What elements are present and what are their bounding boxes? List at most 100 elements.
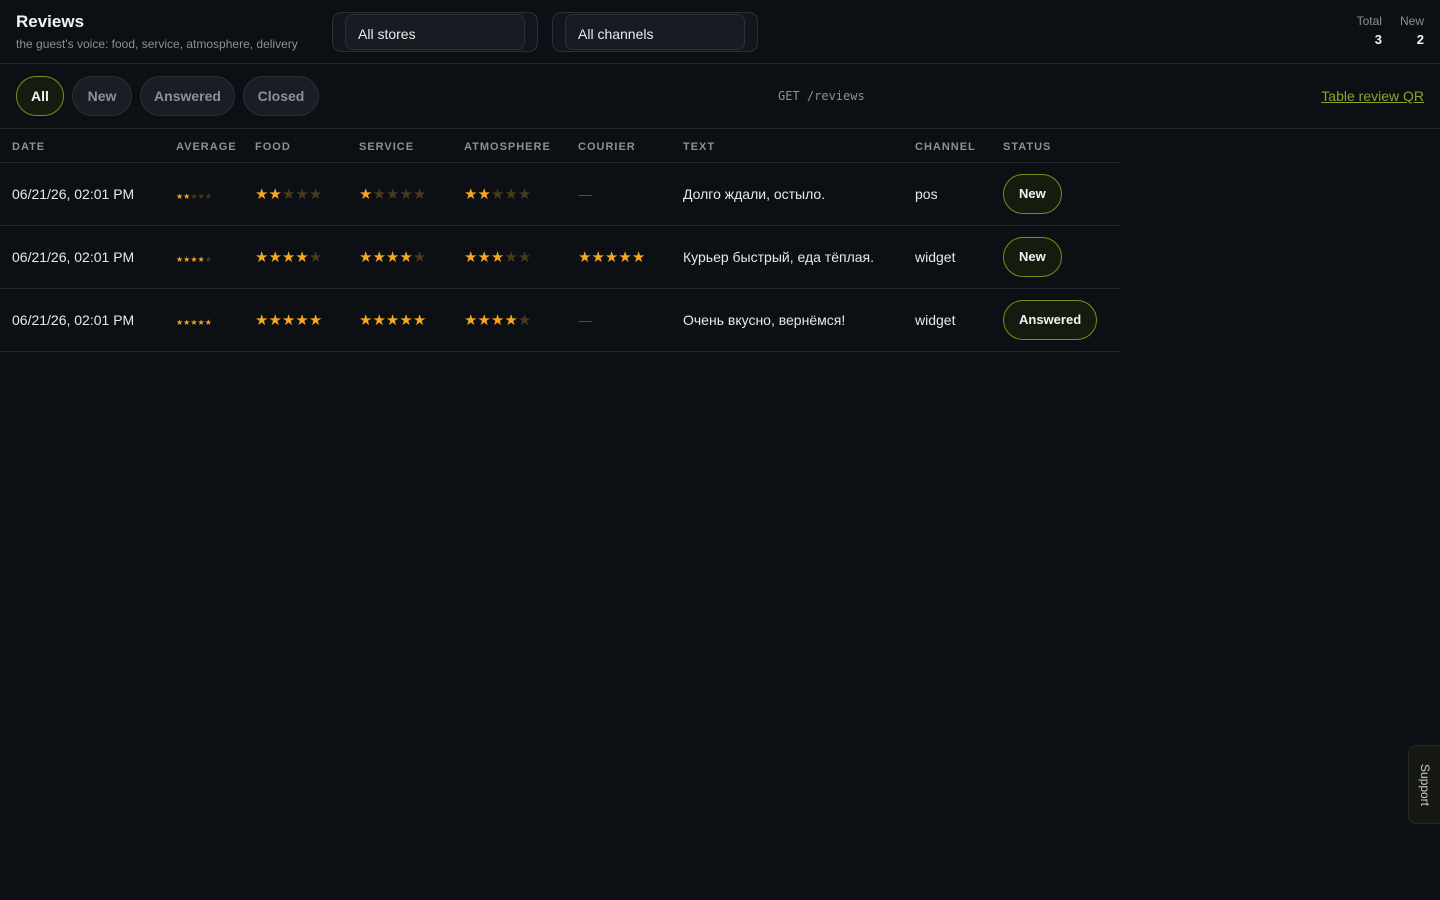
- table-row[interactable]: 06/21/26, 02:01 PM ★★★★★ ★★★★★ ★★★★★ ★★★…: [0, 162, 1120, 226]
- star-empty-icon: ★: [308, 185, 323, 203]
- star-filled-icon: ★: [464, 311, 478, 329]
- cell-channel: pos: [915, 162, 1003, 226]
- table-review-qr-link[interactable]: Table review QR: [1321, 88, 1424, 104]
- cell-average-rating: ★★★★★: [176, 288, 255, 352]
- star-empty-icon: ★: [372, 185, 386, 203]
- reviews-table-wrapper: DATE AVERAGE FOOD SERVICE ATMOSPHERE COU…: [0, 129, 1120, 352]
- col-header-courier[interactable]: COURIER: [578, 129, 683, 163]
- stats: Total 3 New 2: [1357, 14, 1424, 47]
- star-filled-icon: ★: [385, 248, 400, 266]
- star-filled-icon: ★: [281, 248, 296, 266]
- stat-total: Total 3: [1357, 14, 1382, 47]
- star-filled-icon: ★: [504, 311, 518, 329]
- channel-select-wrapper[interactable]: All channels: [552, 12, 758, 52]
- col-header-channel[interactable]: CHANNEL: [915, 129, 1003, 163]
- star-empty-icon: ★: [385, 185, 400, 203]
- star-filled-icon: ★: [604, 248, 619, 266]
- support-tab-label: Support: [1417, 763, 1432, 806]
- star-filled-icon: ★: [490, 248, 505, 266]
- filter-chip-closed[interactable]: Closed: [243, 76, 319, 116]
- filter-chip-answered[interactable]: Answered: [140, 76, 235, 116]
- star-rating-icon: ★★★★★: [255, 249, 322, 266]
- table-row[interactable]: 06/21/26, 02:01 PM ★★★★★ ★★★★★ ★★★★★ ★★★…: [0, 225, 1120, 289]
- col-header-service[interactable]: SERVICE: [359, 129, 464, 163]
- star-filled-icon: ★: [578, 248, 592, 266]
- stat-new-label: New: [1399, 14, 1424, 28]
- empty-dash: —: [578, 311, 592, 328]
- col-header-date[interactable]: DATE: [0, 129, 176, 163]
- star-rating-icon: ★★★★★: [359, 312, 426, 329]
- star-filled-icon: ★: [255, 311, 269, 329]
- star-filled-icon: ★: [618, 248, 632, 266]
- star-filled-icon: ★: [477, 311, 491, 329]
- star-filled-icon: ★: [308, 311, 323, 329]
- star-filled-icon: ★: [591, 248, 605, 266]
- star-filled-icon: ★: [359, 311, 373, 329]
- page-subtitle: the guest's voice: food, service, atmosp…: [16, 37, 298, 51]
- cell-service-rating: ★★★★★: [359, 288, 464, 352]
- star-filled-icon: ★: [268, 311, 282, 329]
- cell-date: 06/21/26, 02:01 PM: [0, 162, 176, 226]
- store-select[interactable]: All stores: [345, 14, 525, 50]
- star-filled-icon: ★: [359, 248, 373, 266]
- col-header-food[interactable]: FOOD: [255, 129, 359, 163]
- cell-atmosphere-rating: ★★★★★: [464, 288, 578, 352]
- star-filled-icon: ★: [399, 248, 413, 266]
- star-empty-icon: ★: [517, 248, 532, 266]
- cell-status: New: [1003, 225, 1120, 289]
- star-empty-icon: ★: [412, 248, 427, 266]
- table-header-row: DATE AVERAGE FOOD SERVICE ATMOSPHERE COU…: [0, 129, 1120, 163]
- filter-chip-all[interactable]: All: [16, 76, 64, 116]
- cell-text: Курьер быстрый, еда тёплая.: [683, 225, 915, 289]
- star-filled-icon: ★: [268, 185, 282, 203]
- status-badge[interactable]: Answered: [1003, 299, 1098, 340]
- status-badge[interactable]: New: [1003, 173, 1062, 214]
- star-empty-icon: ★: [504, 185, 518, 203]
- cell-food-rating: ★★★★★: [255, 225, 359, 289]
- star-filled-icon: ★: [190, 254, 198, 264]
- col-header-text[interactable]: TEXT: [683, 129, 915, 163]
- star-empty-icon: ★: [490, 185, 505, 203]
- star-filled-icon: ★: [255, 248, 269, 266]
- cell-service-rating: ★★★★★: [359, 225, 464, 289]
- col-header-average[interactable]: AVERAGE: [176, 129, 255, 163]
- star-empty-icon: ★: [308, 248, 323, 266]
- status-badge[interactable]: New: [1003, 236, 1062, 277]
- star-filled-icon: ★: [268, 248, 282, 266]
- star-filled-icon: ★: [255, 185, 269, 203]
- star-rating-icon: ★★★★★: [464, 186, 531, 203]
- star-filled-icon: ★: [295, 311, 309, 329]
- star-empty-icon: ★: [197, 191, 205, 201]
- star-filled-icon: ★: [204, 317, 212, 327]
- star-filled-icon: ★: [190, 317, 198, 327]
- stat-total-value: 3: [1374, 32, 1382, 47]
- channel-select[interactable]: All channels: [565, 14, 745, 50]
- cell-atmosphere-rating: ★★★★★: [464, 225, 578, 289]
- star-rating-icon: ★★★★★: [359, 249, 426, 266]
- col-header-status[interactable]: STATUS: [1003, 129, 1120, 163]
- star-empty-icon: ★: [204, 191, 212, 201]
- star-filled-icon: ★: [372, 311, 386, 329]
- star-rating-icon: ★★★★★: [176, 192, 212, 201]
- cell-food-rating: ★★★★★: [255, 162, 359, 226]
- star-empty-icon: ★: [517, 311, 532, 329]
- col-header-atmosphere[interactable]: ATMOSPHERE: [464, 129, 578, 163]
- star-filled-icon: ★: [477, 185, 491, 203]
- cell-date: 06/21/26, 02:01 PM: [0, 225, 176, 289]
- stat-total-label: Total: [1356, 14, 1382, 28]
- star-empty-icon: ★: [412, 185, 427, 203]
- support-tab[interactable]: Support: [1408, 745, 1440, 824]
- star-empty-icon: ★: [204, 254, 212, 264]
- star-rating-icon: ★★★★★: [255, 312, 322, 329]
- page-title: Reviews: [16, 12, 85, 31]
- store-select-wrapper[interactable]: All stores: [332, 12, 538, 52]
- star-empty-icon: ★: [295, 185, 309, 203]
- star-filled-icon: ★: [385, 311, 400, 329]
- filter-chip-new[interactable]: New: [72, 76, 132, 116]
- star-rating-icon: ★★★★★: [578, 249, 645, 266]
- star-filled-icon: ★: [631, 248, 646, 266]
- star-rating-icon: ★★★★★: [464, 312, 531, 329]
- title-block: Reviews the guest's voice: food, service…: [16, 12, 298, 51]
- table-row[interactable]: 06/21/26, 02:01 PM ★★★★★ ★★★★★ ★★★★★ ★★★…: [0, 288, 1120, 352]
- star-filled-icon: ★: [464, 248, 478, 266]
